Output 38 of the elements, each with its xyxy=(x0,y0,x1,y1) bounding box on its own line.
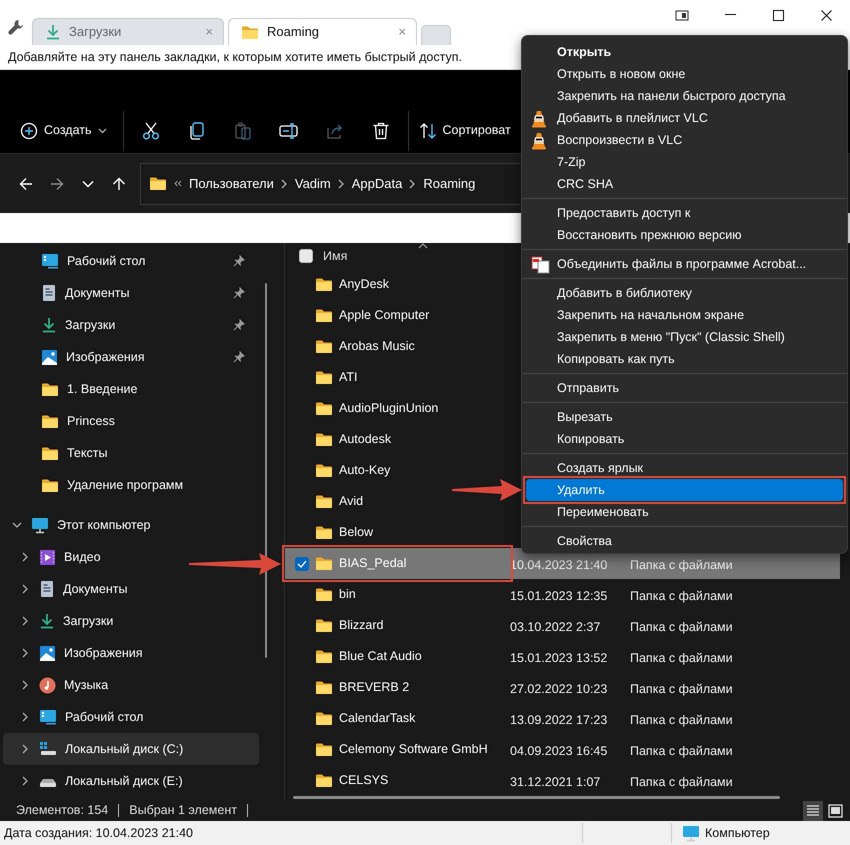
file-name: BREVERB 2 xyxy=(339,679,410,696)
date-cell-text: 04.09.2023 16:45 xyxy=(510,742,608,760)
file-name: bin xyxy=(339,586,356,604)
file-name: Apple Computer xyxy=(339,307,430,324)
type-cell-text: Папка с файлами xyxy=(630,556,734,574)
type-cell-text: Папка с файлами xyxy=(630,680,734,698)
date-cell-text: 13.09.2022 17:23 xyxy=(510,712,608,729)
selection-count: Выбран 1 элемент xyxy=(129,802,237,820)
type-cell-text: Папка с файлами xyxy=(630,774,734,791)
file-name: Celemony Software GmbH xyxy=(339,741,488,758)
date-cell-text: 03.10.2022 2:37 xyxy=(510,618,602,636)
file-name: CELSYS xyxy=(339,772,388,790)
location-label: Компьютер xyxy=(705,824,770,842)
date-cell-text: 10.04.2023 21:40 xyxy=(510,556,608,574)
file-name: AudioPluginUnion xyxy=(339,400,438,418)
type-cell-text: Папка с файлами xyxy=(630,588,734,605)
created-date: Дата создания: 10.04.2023 21:40 xyxy=(4,824,194,842)
type-cell-text: Папка с файлами xyxy=(630,650,734,667)
date-cell-text: 27.02.2022 10:23 xyxy=(510,680,608,698)
file-name: ATI xyxy=(339,369,358,386)
type-cell-text: Папка с файлами xyxy=(630,742,734,760)
file-name: Blue Cat Audio xyxy=(339,648,422,666)
file-name: Auto-Key xyxy=(339,462,390,480)
type-cell-text: Папка с файлами xyxy=(630,618,734,636)
type-cell-text: Папка с файлами xyxy=(630,712,734,729)
date-cell-text: 31.12.2021 1:07 xyxy=(510,774,602,791)
file-name: Blizzard xyxy=(339,617,384,634)
file-name: Below xyxy=(339,524,374,542)
file-name: Arobas Music xyxy=(339,338,415,356)
date-cell-text: 15.01.2023 12:35 xyxy=(510,588,608,605)
file-name: CalendarTask xyxy=(339,710,416,728)
file-name: Autodesk xyxy=(339,431,392,448)
date-cell-text: 15.01.2023 13:52 xyxy=(510,650,608,667)
bookmarks-hint: Добавляйте на эту панель закладки, к которым хотите иметь быстрый доступ. xyxy=(8,50,462,64)
file-name: AnyDesk xyxy=(339,276,390,294)
file-name: BIAS_Pedal xyxy=(339,555,406,572)
file-name: Avid xyxy=(339,493,364,510)
item-count: Элементов: 154 xyxy=(16,802,108,820)
